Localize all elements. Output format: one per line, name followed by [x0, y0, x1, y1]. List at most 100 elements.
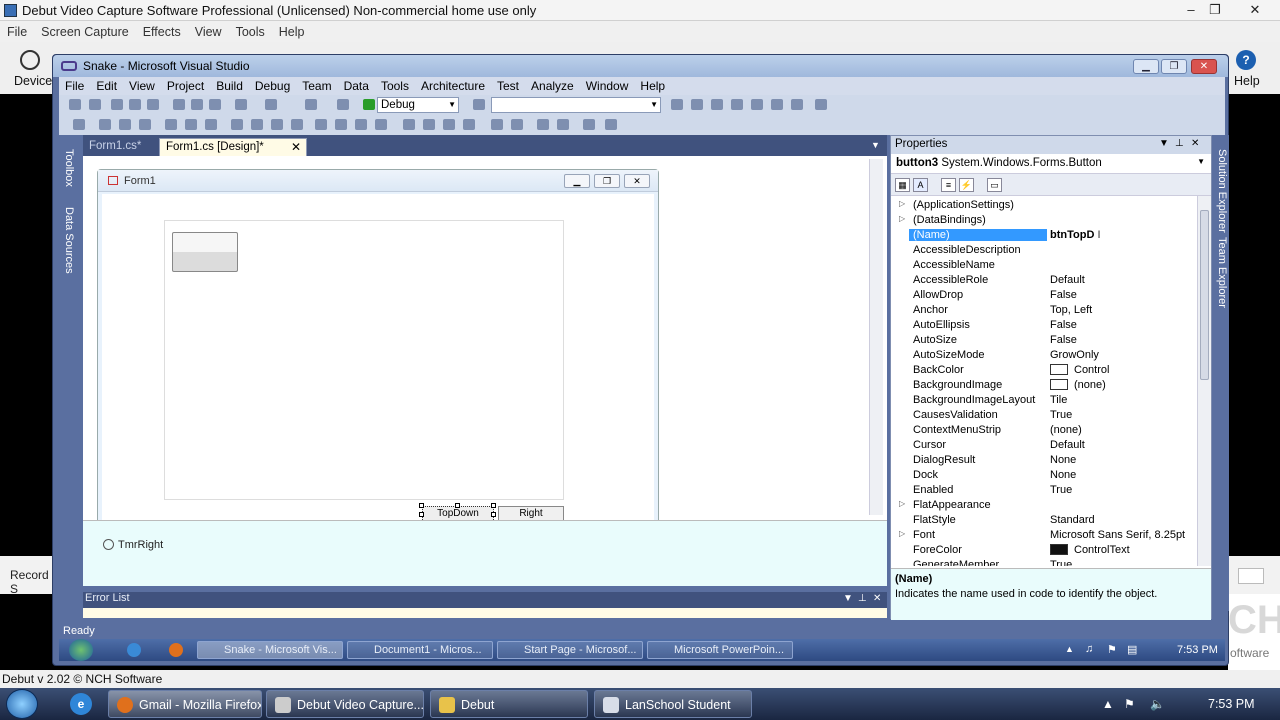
menu-file[interactable]: File [0, 25, 34, 39]
start-debugging-icon[interactable] [363, 99, 375, 110]
center-horizontally-icon[interactable] [491, 119, 503, 130]
data-sources-tab[interactable]: Data Sources [63, 207, 75, 274]
make-same-height-icon[interactable] [251, 119, 263, 130]
property-value[interactable]: True [1050, 559, 1072, 566]
menu-screen-capture[interactable]: Screen Capture [34, 25, 136, 39]
vs-menu-build[interactable]: Build [210, 79, 249, 93]
toolbar-options-icon[interactable] [815, 99, 827, 110]
start-page-icon[interactable] [771, 99, 783, 110]
property-value[interactable]: Tile [1050, 394, 1067, 406]
close-icon[interactable]: ✕ [1191, 138, 1199, 149]
toolbox-tab[interactable]: Toolbox [63, 149, 75, 187]
expand-icon[interactable]: ▷ [899, 529, 905, 538]
tab-form1-design[interactable]: Form1.cs [Design]* ✕ [159, 138, 307, 156]
vs-menu-window[interactable]: Window [580, 79, 635, 93]
bring-to-front-icon[interactable] [537, 119, 549, 130]
vs-menu-project[interactable]: Project [161, 79, 210, 93]
open-file-icon[interactable] [111, 99, 123, 110]
property-row[interactable]: DialogResult None [891, 453, 1197, 468]
navigate-icon[interactable] [305, 99, 317, 110]
vs-restore-icon[interactable]: ❐ [1161, 59, 1187, 74]
horizontal-spacing-icon[interactable] [315, 119, 327, 130]
inner-task-powerpoint[interactable]: Microsoft PowerPoin... [647, 641, 793, 659]
cut-icon[interactable] [173, 99, 185, 110]
navigate-forward-icon[interactable] [337, 99, 349, 110]
property-value[interactable]: GrowOnly [1050, 349, 1099, 361]
align-to-grid-icon[interactable] [73, 119, 85, 130]
extension-icon[interactable] [791, 99, 803, 110]
pin-icon[interactable]: ⊥ [858, 593, 867, 604]
properties-view-icon[interactable]: ≡ [941, 178, 956, 192]
flag-icon[interactable]: ⚑ [1124, 697, 1135, 711]
team-explorer-tab[interactable]: Team Explorer [1216, 237, 1228, 308]
webcam-icon[interactable] [20, 50, 40, 70]
properties-icon[interactable] [691, 99, 703, 110]
property-value[interactable]: Default [1050, 439, 1085, 451]
property-row[interactable]: (Name) btnTopD I [891, 228, 1197, 243]
align-rights-icon[interactable] [139, 119, 151, 130]
property-row[interactable]: AutoEllipsis False [891, 318, 1197, 333]
remove-spacing-icon[interactable] [375, 119, 387, 130]
property-row[interactable]: BackgroundImage (none) [891, 378, 1197, 393]
send-to-back-icon[interactable] [557, 119, 569, 130]
vs-menu-data[interactable]: Data [338, 79, 375, 93]
tray-arrow-icon[interactable]: ▲ [1065, 644, 1074, 654]
property-row[interactable]: AccessibleRole Default [891, 273, 1197, 288]
property-row[interactable]: ▷ (DataBindings) [891, 213, 1197, 228]
inner-task-vs[interactable]: Snake - Microsoft Vis... [197, 641, 343, 659]
redo-icon[interactable] [265, 99, 277, 110]
menu-effects[interactable]: Effects [136, 25, 188, 39]
events-icon[interactable]: ⚡ [959, 178, 974, 192]
property-row[interactable]: AllowDrop False [891, 288, 1197, 303]
align-centers-icon[interactable] [119, 119, 131, 130]
property-row[interactable]: CausesValidation True [891, 408, 1197, 423]
close-icon[interactable]: ✕ [873, 593, 881, 604]
property-value[interactable]: Microsoft Sans Serif, 8.25pt [1050, 529, 1185, 541]
paste-icon[interactable] [209, 99, 221, 110]
property-value[interactable]: True [1050, 409, 1072, 421]
resize-handle[interactable] [491, 512, 496, 517]
property-row[interactable]: Dock None [891, 468, 1197, 483]
align-lefts-icon[interactable] [99, 119, 111, 130]
property-row[interactable]: ForeColor ControlText [891, 543, 1197, 558]
inner-task-startpage[interactable]: Start Page - Microsof... [497, 641, 643, 659]
property-row[interactable]: ▷ Font Microsoft Sans Serif, 8.25pt [891, 528, 1197, 543]
decrease-spacing-icon[interactable] [355, 119, 367, 130]
vs-minimize-icon[interactable]: ▁ [1133, 59, 1159, 74]
find-combo[interactable]: ▼ [491, 97, 661, 113]
volume-icon[interactable]: 🔈 [1150, 697, 1165, 711]
remove-vspacing-icon[interactable] [463, 119, 475, 130]
property-value[interactable]: btnTopD I [1050, 229, 1101, 241]
expand-icon[interactable]: ▷ [899, 499, 905, 508]
windows-start-icon[interactable] [69, 639, 93, 661]
menu-tools[interactable]: Tools [229, 25, 272, 39]
size-to-grid-icon[interactable] [291, 119, 303, 130]
property-value[interactable]: False [1050, 289, 1077, 301]
task-firefox[interactable]: Gmail - Mozilla Firefox [108, 690, 262, 718]
property-value[interactable]: Standard [1050, 514, 1095, 526]
property-value[interactable]: Default [1050, 274, 1085, 286]
property-row[interactable]: GenerateMember True [891, 558, 1197, 566]
property-row[interactable]: BackColor Control [891, 363, 1197, 378]
vs-close-icon[interactable]: ✕ [1191, 59, 1217, 74]
solution-explorer-icon[interactable] [671, 99, 683, 110]
tab-list-chevron-icon[interactable]: ▼ [871, 140, 880, 150]
help-button-label[interactable]: Help [1234, 74, 1260, 88]
property-value[interactable]: None [1050, 469, 1076, 481]
network-icon[interactable]: ▤ [1127, 643, 1137, 656]
make-same-size-icon[interactable] [271, 119, 283, 130]
property-value[interactable]: (none) [1050, 424, 1082, 436]
increase-vspacing-icon[interactable] [423, 119, 435, 130]
property-value[interactable]: False [1050, 319, 1077, 331]
tab-form1-code[interactable]: Form1.cs* [83, 138, 158, 156]
expand-icon[interactable]: ▷ [899, 214, 905, 223]
property-grid-scrollbar[interactable] [1197, 196, 1211, 566]
add-item-icon[interactable] [89, 99, 101, 110]
property-row[interactable]: BackgroundImageLayout Tile [891, 393, 1197, 408]
toolbox-icon[interactable] [731, 99, 743, 110]
devices-button-label[interactable]: Device [14, 74, 52, 88]
vs-menu-team[interactable]: Team [296, 79, 337, 93]
copy-icon[interactable] [191, 99, 203, 110]
task-lanschool[interactable]: LanSchool Student [594, 690, 752, 718]
expand-icon[interactable]: ▷ [899, 199, 905, 208]
